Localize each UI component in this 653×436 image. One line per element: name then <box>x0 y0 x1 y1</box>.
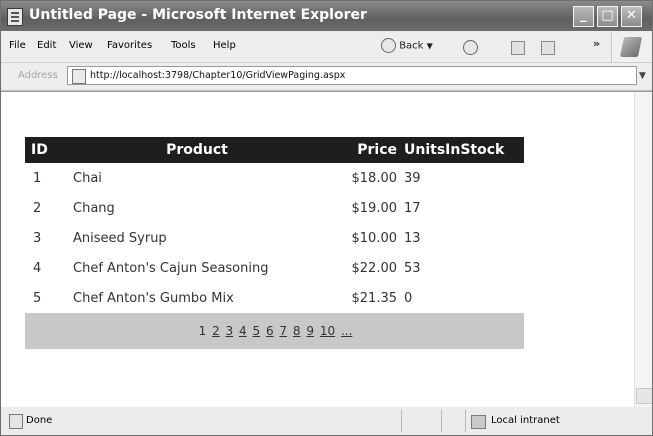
address-url: http://localhost:3798/Chapter10/GridView… <box>90 70 346 81</box>
window-title: Untitled Page - Microsoft Internet Explo… <box>29 7 367 23</box>
menu-favorites[interactable]: Favorites <box>107 40 152 51</box>
address-dropdown-icon[interactable]: ▼ <box>639 71 646 81</box>
grid-header-row: ID Product Price UnitsInStock <box>25 137 524 163</box>
column-header-product: Product <box>61 137 333 163</box>
status-bar: Done Local intranet <box>1 407 652 435</box>
cell-units: 53 <box>404 260 421 276</box>
cell-units: 0 <box>404 290 413 306</box>
cell-units: 13 <box>404 230 421 246</box>
stop-icon[interactable] <box>511 41 525 55</box>
minimize-button[interactable]: _ <box>573 6 594 27</box>
scrollbar-thumb[interactable] <box>636 388 652 404</box>
cell-price: $18.00 <box>351 170 398 186</box>
pager-page-6[interactable]: 6 <box>266 324 274 338</box>
table-row: 3 Aniseed Syrup $10.00 13 <box>25 223 524 253</box>
address-input[interactable]: http://localhost:3798/Chapter10/GridView… <box>67 66 637 85</box>
cell-units: 39 <box>404 170 421 186</box>
intranet-zone-icon <box>471 415 486 429</box>
pager-page-9[interactable]: 9 <box>306 324 314 338</box>
close-button[interactable]: ✕ <box>621 6 642 27</box>
table-row: 4 Chef Anton's Cajun Seasoning $22.00 53 <box>25 253 524 283</box>
menu-file[interactable]: File <box>9 40 26 51</box>
cell-id: 2 <box>33 200 42 216</box>
forward-arrow-icon[interactable] <box>463 40 478 55</box>
pager-page-1: 1 <box>198 323 207 338</box>
cell-product: Aniseed Syrup <box>73 230 167 246</box>
security-zone-label: Local intranet <box>491 415 560 426</box>
back-arrow-icon <box>381 38 396 53</box>
page-content: ID Product Price UnitsInStock 1 Chai $18… <box>1 91 652 408</box>
page-done-icon <box>9 414 23 429</box>
cell-units: 17 <box>404 200 421 216</box>
products-gridview: ID Product Price UnitsInStock 1 Chai $18… <box>25 137 524 349</box>
pager-page-5[interactable]: 5 <box>252 324 260 338</box>
back-dropdown-icon: ▼ <box>426 41 433 51</box>
status-text: Done <box>26 415 53 426</box>
cell-id: 3 <box>33 230 42 246</box>
vertical-scrollbar[interactable] <box>634 92 652 407</box>
status-divider <box>441 410 442 432</box>
cell-product: Chang <box>73 200 115 216</box>
cell-product: Chef Anton's Gumbo Mix <box>73 290 234 306</box>
column-header-unitsinstock: UnitsInStock <box>400 137 524 163</box>
cell-price: $10.00 <box>351 230 398 246</box>
menu-view[interactable]: View <box>69 40 93 51</box>
cell-id: 1 <box>33 170 42 186</box>
page-icon <box>72 69 86 84</box>
table-row: 2 Chang $19.00 17 <box>25 193 524 223</box>
cell-price: $19.00 <box>351 200 398 216</box>
pager-page-8[interactable]: 8 <box>293 324 301 338</box>
menu-edit[interactable]: Edit <box>37 40 56 51</box>
column-header-id: ID <box>25 137 61 163</box>
pager-links: 1 2 3 4 5 6 7 8 9 10 ... <box>198 324 354 338</box>
pager-page-7[interactable]: 7 <box>279 324 287 338</box>
pager-next-ellipsis[interactable]: ... <box>341 324 352 338</box>
toolbar-overflow-icon[interactable]: » <box>593 37 600 50</box>
cell-product: Chef Anton's Cajun Seasoning <box>73 260 269 276</box>
cell-id: 4 <box>33 260 42 276</box>
pager-page-4[interactable]: 4 <box>239 324 247 338</box>
windows-logo-icon <box>611 33 652 62</box>
pager-page-3[interactable]: 3 <box>226 324 234 338</box>
grid-pager-row: 1 2 3 4 5 6 7 8 9 10 ... <box>25 313 524 349</box>
menu-bar: File Edit View Favorites Tools Help Back… <box>1 31 652 63</box>
back-button[interactable]: Back ▼ <box>381 38 433 55</box>
table-row: 5 Chef Anton's Gumbo Mix $21.35 0 <box>25 283 524 313</box>
cell-id: 5 <box>33 290 42 306</box>
refresh-icon[interactable] <box>541 41 555 55</box>
cell-product: Chai <box>73 170 102 186</box>
pager-cell: 1 2 3 4 5 6 7 8 9 10 ... <box>25 313 524 349</box>
back-label: Back <box>399 40 424 52</box>
title-bar: Untitled Page - Microsoft Internet Explo… <box>1 1 652 31</box>
address-bar: Address http://localhost:3798/Chapter10/… <box>1 63 652 91</box>
pager-page-2[interactable]: 2 <box>212 324 220 338</box>
table-row: 1 Chai $18.00 39 <box>25 163 524 193</box>
cell-price: $21.35 <box>351 290 398 306</box>
status-divider <box>465 410 466 432</box>
cell-price: $22.00 <box>351 260 398 276</box>
ie-page-icon <box>7 8 23 26</box>
menu-help[interactable]: Help <box>213 40 236 51</box>
status-divider <box>401 410 402 432</box>
column-header-price: Price <box>333 137 400 163</box>
address-label: Address <box>18 70 58 81</box>
pager-page-10[interactable]: 10 <box>320 324 335 338</box>
maximize-button[interactable]: □ <box>597 6 618 27</box>
menu-tools[interactable]: Tools <box>171 40 196 51</box>
browser-window: Untitled Page - Microsoft Internet Explo… <box>0 0 653 436</box>
